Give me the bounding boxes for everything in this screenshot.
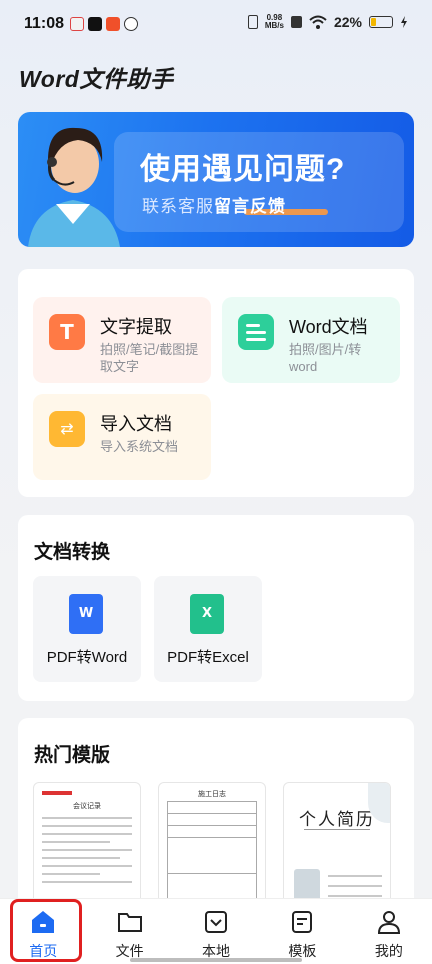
tiktok-icon — [88, 17, 102, 31]
notification-app-icon — [106, 17, 120, 31]
net-speed: 0.98 MB/s — [264, 13, 284, 30]
charging-icon — [401, 16, 407, 28]
status-right: 0.98 MB/s 22% — [247, 13, 408, 30]
excel-file-icon: X — [190, 594, 224, 634]
word-doc-icon — [238, 314, 274, 350]
folder-icon — [117, 913, 142, 932]
tools-card: T 文字提取 拍照/笔记/截图提取文字 Word文档 拍照/图片/转word ⇄… — [18, 269, 414, 497]
templates-card: 热门模版 会议记录 施工日志 个人简历 — [18, 718, 414, 918]
tool-title: Word文档 — [289, 317, 368, 337]
user-icon — [377, 911, 400, 934]
pdf-to-word-button[interactable]: W PDF转Word — [33, 576, 141, 682]
tool-title: 导入文档 — [100, 414, 172, 434]
tool-import-doc[interactable]: ⇄ 导入文档 导入系统文档 — [33, 394, 211, 480]
nav-label: 我的 — [374, 943, 403, 959]
template-icon — [292, 911, 313, 933]
template-thumbnail[interactable]: 个人简历 — [283, 782, 391, 912]
vibrate-icon — [247, 15, 258, 29]
text-extract-icon: T — [49, 314, 85, 350]
status-bar: 11:08 0.98 MB/s 22% — [0, 0, 432, 50]
section-title: 热门模版 — [34, 745, 111, 766]
battery-icon — [369, 16, 393, 28]
nav-profile[interactable]: 我的 — [346, 899, 432, 964]
nav-files[interactable]: 文件 — [86, 899, 172, 964]
tool-desc: 拍照/笔记/截图提取文字 — [100, 342, 199, 374]
notification-app-icon — [70, 17, 84, 31]
battery-level: 22% — [333, 14, 362, 30]
status-time: 11:08 — [24, 15, 65, 32]
app-title: Word文件助手 — [19, 66, 174, 92]
conv-label: PDF转Word — [46, 649, 128, 666]
conv-label: PDF转Excel — [167, 649, 249, 666]
nav-local[interactable]: 本地 — [173, 899, 259, 964]
local-icon — [205, 911, 228, 933]
template-thumbnail[interactable]: 施工日志 — [158, 782, 266, 912]
template-thumbnail[interactable]: 会议记录 — [33, 782, 141, 912]
conversion-card: 文档转换 W PDF转Word X PDF转Excel — [18, 515, 414, 701]
tool-desc: 导入系统文档 — [100, 439, 179, 454]
tool-title: 文字提取 — [100, 317, 172, 337]
home-indicator — [130, 958, 302, 962]
tool-text-extract[interactable]: T 文字提取 拍照/笔记/截图提取文字 — [33, 297, 211, 383]
support-agent-illustration — [28, 127, 120, 247]
selection-highlight — [10, 899, 82, 962]
word-file-icon: W — [69, 594, 103, 634]
section-title: 文档转换 — [34, 542, 111, 563]
nav-templates[interactable]: 模板 — [259, 899, 345, 964]
feedback-banner[interactable]: 使用遇见问题? 联系客服留言反馈 — [18, 112, 414, 247]
wifi-icon — [309, 15, 327, 29]
banner-subtitle: 联系客服留言反馈 — [142, 197, 286, 216]
tool-word-doc[interactable]: Word文档 拍照/图片/转word — [222, 297, 400, 383]
feedback-link[interactable]: 留言反馈 — [214, 197, 286, 216]
sim-off-icon — [290, 16, 302, 28]
sync-app-icon — [124, 17, 138, 31]
pdf-to-excel-button[interactable]: X PDF转Excel — [154, 576, 262, 682]
banner-title: 使用遇见问题? — [140, 153, 346, 186]
import-folder-icon: ⇄ — [49, 411, 85, 447]
tool-desc: 拍照/图片/转word — [289, 342, 362, 374]
